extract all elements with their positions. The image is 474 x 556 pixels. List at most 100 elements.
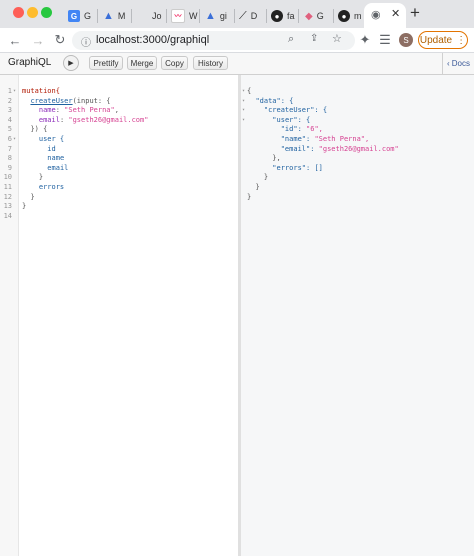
triangle-favicon-icon: ▲ [103, 10, 114, 22]
close-window-button[interactable] [13, 7, 24, 18]
tab-label: W [189, 11, 198, 21]
github-icon: ● [338, 10, 350, 22]
browser-tab-strip: G G ▲ M Jo 〰 W ▲ gi ⟋ D ● fa ◆ G ● m ◉ ✕… [0, 0, 474, 28]
fold-arrow-icon[interactable]: ▾ [242, 97, 245, 107]
back-arrow-icon[interactable]: ← [7, 32, 23, 48]
gem-favicon-icon: ◆ [305, 10, 313, 22]
tab-active-graphiql[interactable]: ◉ ✕ [364, 3, 406, 28]
result-line: "createUser": { [263, 106, 328, 115]
tab-label: fa [287, 11, 295, 21]
tab-4[interactable]: 〰 W [171, 4, 198, 28]
line-number: 14 [3, 211, 12, 220]
tab-separator [199, 9, 200, 23]
minimize-window-button[interactable] [27, 7, 38, 18]
code-line: email [47, 163, 69, 172]
tab-7[interactable]: ● fa [271, 4, 295, 28]
code-line: } [30, 192, 35, 201]
editor-gutter: 1 2 3 4 5 6 7 8 9 10 11 12 13 14 ▾ ▾ [0, 75, 19, 556]
line-number: 8 [7, 154, 12, 163]
result-line: "email": "gseth26@gmail.com" [280, 144, 399, 153]
reading-list-icon[interactable]: ☰ [377, 32, 393, 48]
fold-arrow-icon[interactable]: ▾ [242, 87, 245, 97]
fold-arrow-icon[interactable]: ▾ [242, 116, 245, 126]
tab-separator [234, 9, 235, 23]
play-icon: ▶ [68, 60, 74, 67]
fold-arrow-icon[interactable]: ▾ [242, 106, 245, 116]
copy-button[interactable]: Copy [161, 56, 188, 70]
result-line: } [263, 173, 269, 182]
address-bar[interactable]: ⓘ localhost:3000/graphiql ⌕ ⇪ ☆ [72, 31, 355, 50]
tab-9[interactable]: ● m [338, 4, 362, 28]
code-line: mutation{ [22, 87, 60, 95]
query-editor[interactable]: 1 2 3 4 5 6 7 8 9 10 11 12 13 14 ▾ ▾ mut… [0, 75, 238, 556]
github-icon: ● [271, 10, 283, 22]
line-number: 3 [7, 106, 12, 115]
line-number: 7 [7, 144, 12, 153]
tab-1[interactable]: G G [68, 4, 91, 28]
info-icon: ⓘ [81, 38, 91, 49]
tab-favicon-icon: G [68, 10, 80, 22]
maximize-window-button[interactable] [41, 7, 52, 18]
line-number: 2 [7, 96, 12, 105]
tab-separator [298, 9, 299, 23]
line-number: 5 [7, 125, 12, 134]
globe-icon: ◉ [371, 9, 381, 21]
execute-query-button[interactable]: ▶ [63, 55, 79, 71]
result-line: "id": "6", [280, 125, 323, 134]
tab-3[interactable]: Jo [152, 4, 162, 28]
profile-avatar[interactable]: S [399, 33, 413, 47]
tab-label: Jo [152, 11, 162, 21]
line-number: 4 [7, 115, 12, 124]
prettify-button[interactable]: Prettify [89, 56, 123, 70]
code-line: id [47, 144, 56, 153]
code-line: createUser(input: { [30, 96, 111, 105]
tab-label: G [84, 11, 92, 21]
code-line: errors [38, 183, 65, 191]
slash-favicon-icon: ⟋ [239, 9, 247, 22]
wave-favicon-icon: 〰 [171, 9, 185, 23]
history-button[interactable]: History [193, 56, 228, 70]
code-line: user { [38, 135, 65, 143]
merge-button[interactable]: Merge [127, 56, 157, 70]
chevron-left-icon: ‹ [447, 59, 450, 68]
docs-button[interactable]: ‹ Docs [442, 53, 474, 74]
graphiql-title: GraphiQL [8, 57, 52, 68]
new-tab-button[interactable]: + [410, 3, 420, 23]
result-line: "errors": [] [272, 163, 323, 172]
bookmark-star-icon[interactable]: ☆ [332, 32, 342, 45]
line-number: 10 [3, 173, 12, 182]
code-line: } [38, 173, 44, 182]
tab-8[interactable]: ◆ G [305, 4, 324, 28]
result-line: "name": "Seth Perna", [280, 135, 370, 143]
fold-arrow-icon[interactable]: ▾ [13, 135, 16, 145]
code-line: email: "gseth26@gmail.com" [38, 115, 149, 124]
update-label: Update [419, 34, 453, 46]
code-line: name [47, 154, 65, 163]
tab-6[interactable]: ⟋ D [239, 4, 257, 28]
code-line: } [22, 202, 27, 211]
result-line: "data": { [255, 96, 294, 105]
zoom-search-icon[interactable]: ⌕ [288, 33, 294, 46]
forward-arrow-icon[interactable]: → [30, 32, 46, 48]
tab-label: gi [219, 11, 227, 21]
tab-2[interactable]: ▲ M [103, 4, 125, 28]
update-button[interactable]: Update ⋮ [418, 31, 468, 49]
result-line: "user": { [272, 115, 311, 124]
result-line: } [247, 192, 252, 201]
tab-separator [97, 9, 98, 23]
tab-close-icon[interactable]: ✕ [391, 7, 400, 20]
share-icon[interactable]: ⇪ [310, 33, 318, 44]
url-text[interactable]: localhost:3000/graphiql [96, 34, 209, 46]
result-line: { [247, 87, 252, 95]
result-pane: ▾ ▾ ▾ ▾ { "data": { "createUser": { "use… [241, 75, 474, 556]
line-number: 12 [3, 192, 12, 201]
more-vert-icon: ⋮ [456, 34, 467, 46]
tab-5[interactable]: ▲ gi [205, 4, 227, 28]
line-number: 6 [7, 135, 12, 143]
result-line: } [255, 183, 260, 191]
reload-icon[interactable]: ↻ [52, 32, 68, 48]
extensions-puzzle-icon[interactable]: ✦ [357, 32, 373, 48]
tab-separator [166, 9, 167, 23]
result-line: }, [272, 154, 281, 163]
fold-arrow-icon[interactable]: ▾ [13, 87, 16, 97]
